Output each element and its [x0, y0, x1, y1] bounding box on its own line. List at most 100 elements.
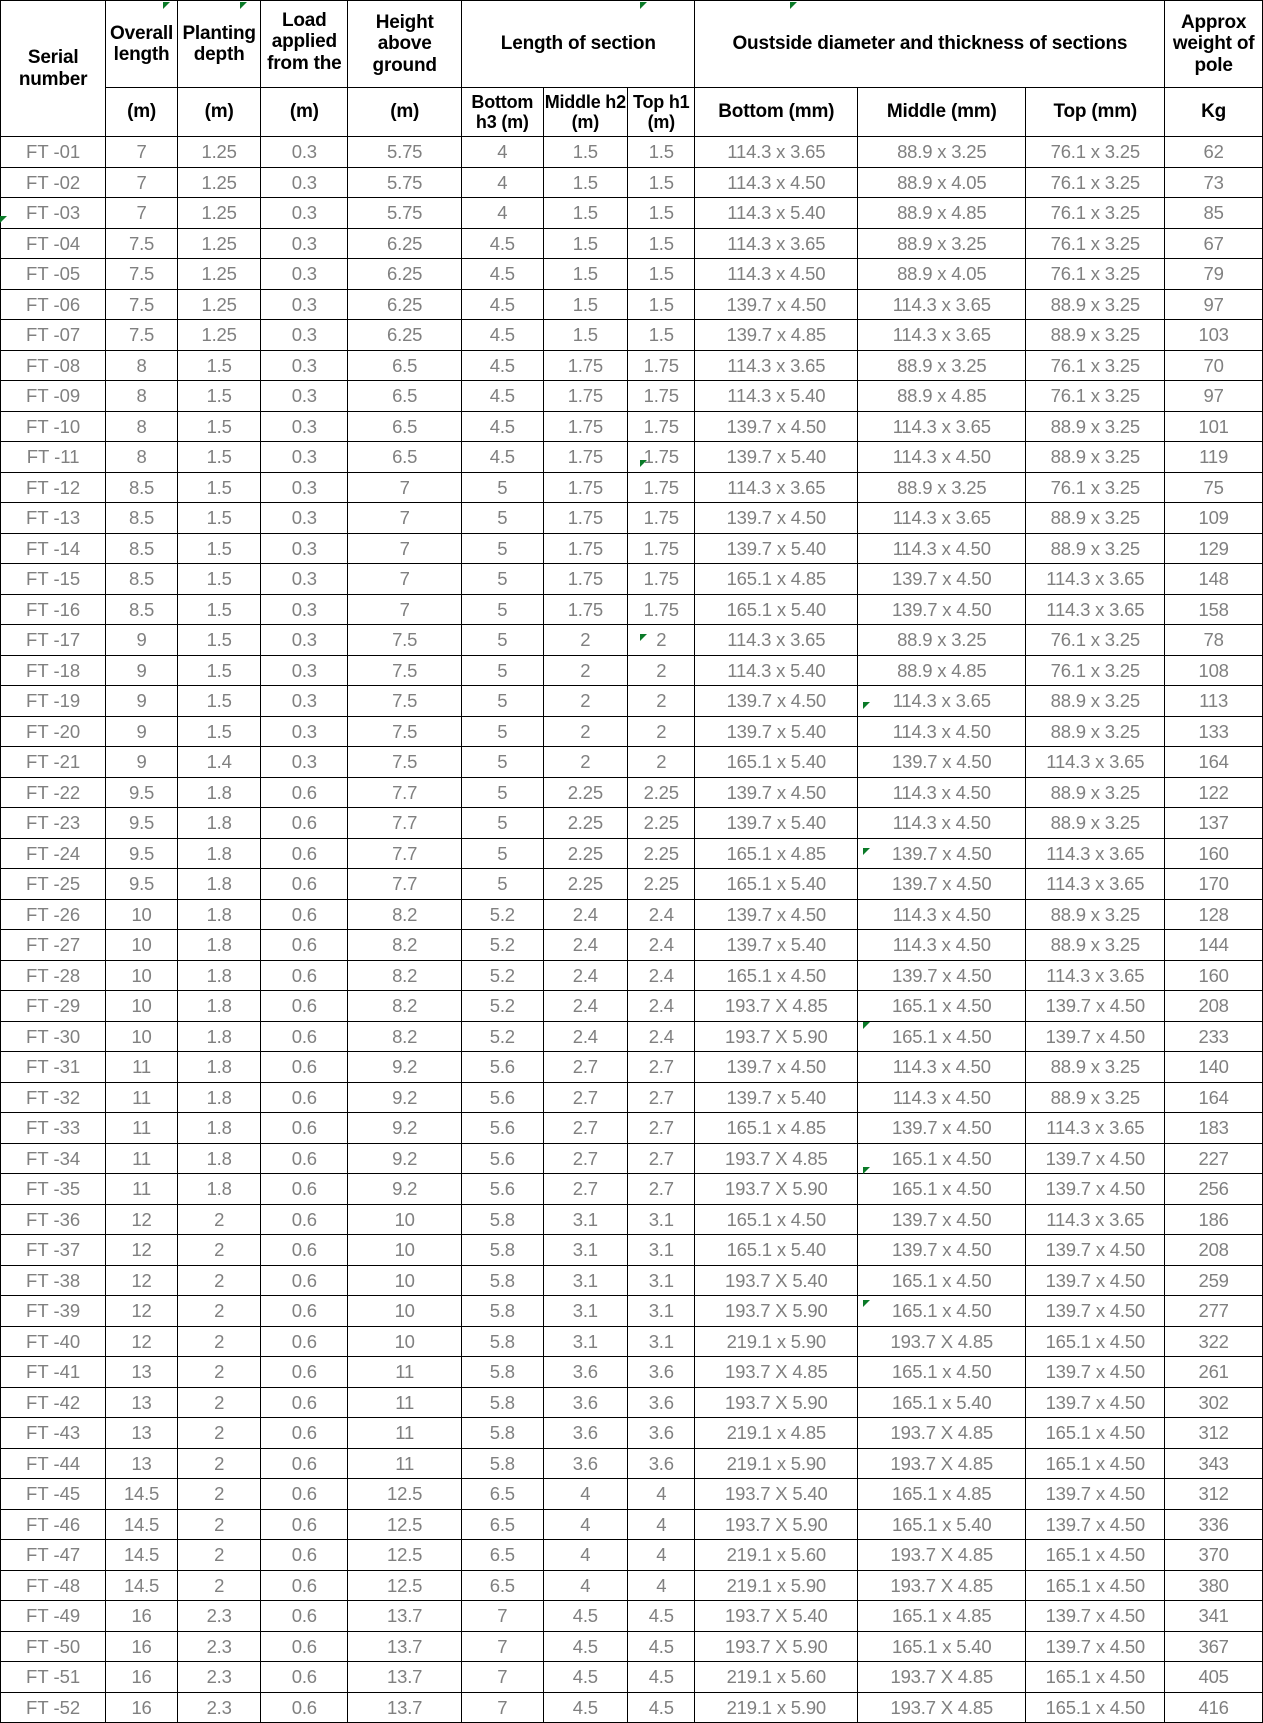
header-top-h1: Top h1 (m) [627, 87, 696, 137]
cell-od_bottom: 165.1 x 4.50 [694, 1203, 859, 1235]
cell-bottom_h3: 5.2 [461, 929, 544, 961]
table-row: FT -30 10 1.8 0.6 8.2 5.2 2.4 2.4 193.7 X 5.90 16… [0, 1020, 1263, 1052]
cell-load_applied: 0.6 [260, 1600, 349, 1632]
cell-bottom_h3: 4.5 [461, 319, 544, 351]
table-row: FT -26 10 1.8 0.6 8.2 5.2 2.4 2.4 139.7 x 4.50 11… [0, 898, 1263, 930]
cell-top_h1: 1.5 [627, 227, 696, 259]
cell-load_applied: 0.6 [260, 1508, 349, 1540]
cell-top_h1: 4 [627, 1539, 696, 1571]
cell-od_bottom: 193.7 X 5.40 [694, 1600, 859, 1632]
cell-planting_depth: 1.5 [176, 715, 262, 747]
cell-height_above_ground: 6.5 [347, 380, 463, 412]
cell-top_h1: 4 [627, 1569, 696, 1601]
cell-middle_h2: 1.75 [542, 502, 629, 534]
cell-load_applied: 0.3 [260, 624, 349, 656]
cell-od_middle: 88.9 x 4.85 [857, 654, 1027, 686]
cell-bottom_h3: 5.8 [461, 1295, 544, 1327]
cell-top_h1: 1.5 [627, 136, 696, 168]
cell-od_middle: 114.3 x 3.65 [857, 319, 1027, 351]
cell-planting_depth: 1.5 [176, 654, 262, 686]
cell-overall_length: 12 [105, 1325, 178, 1357]
cell-height_above_ground: 8.2 [347, 1020, 463, 1052]
cell-bottom_h3: 5.2 [461, 1020, 544, 1052]
cell-overall_length: 7.5 [105, 288, 178, 320]
cell-overall_length: 16 [105, 1661, 178, 1693]
cell-bottom_h3: 5.6 [461, 1173, 544, 1205]
cell-overall_length: 9.5 [105, 807, 178, 839]
cell-height_above_ground: 6.25 [347, 227, 463, 259]
cell-weight_kg: 183 [1164, 1112, 1263, 1144]
cell-top_h1: 1.5 [627, 288, 696, 320]
cell-od_middle: 193.7 X 4.85 [857, 1569, 1027, 1601]
cell-weight_kg: 170 [1164, 868, 1263, 900]
table-row: FT -23 9.5 1.8 0.6 7.7 5 2.25 2.25 139.7 x 5.40 1… [0, 807, 1263, 839]
cell-overall_length: 10 [105, 1020, 178, 1052]
cell-weight_kg: 140 [1164, 1051, 1263, 1083]
cell-weight_kg: 73 [1164, 166, 1263, 198]
cell-weight_kg: 70 [1164, 349, 1263, 381]
cell-od_top: 76.1 x 3.25 [1025, 380, 1166, 412]
cell-planting_depth: 1.8 [176, 1020, 262, 1052]
cell-load_applied: 0.3 [260, 258, 349, 290]
cell-od_middle: 165.1 x 4.50 [857, 1264, 1027, 1296]
cell-bottom_h3: 4.5 [461, 380, 544, 412]
cell-middle_h2: 1.75 [542, 563, 629, 595]
cell-middle_h2: 3.6 [542, 1356, 629, 1388]
cell-load_applied: 0.3 [260, 380, 349, 412]
cell-overall_length: 8.5 [105, 563, 178, 595]
cell-od_top: 139.7 x 4.50 [1025, 1508, 1166, 1540]
cell-middle_h2: 4 [542, 1508, 629, 1540]
cell-height_above_ground: 7.7 [347, 807, 463, 839]
cell-bottom_h3: 5 [461, 685, 544, 717]
table-row: FT -47 14.5 2 0.6 12.5 6.5 4 4 219.1 x 5.60 193.7… [0, 1539, 1263, 1571]
table-body: FT -01 7 1.25 0.3 5.75 4 1.5 1.5 114.3 x 3.65 88.… [0, 136, 1263, 1723]
cell-middle_h2: 1.5 [542, 166, 629, 198]
cell-od_top: 88.9 x 3.25 [1025, 502, 1166, 534]
header-height-above-ground-unit: (m) [347, 87, 463, 137]
cell-od_bottom: 193.7 X 4.85 [694, 1142, 859, 1174]
cell-middle_h2: 2.7 [542, 1081, 629, 1113]
cell-od_middle: 193.7 X 4.85 [857, 1417, 1027, 1449]
cell-weight_kg: 97 [1164, 380, 1263, 412]
cell-od_top: 165.1 x 4.50 [1025, 1325, 1166, 1357]
cell-planting_depth: 2 [176, 1295, 262, 1327]
cell-od_middle: 139.7 x 4.50 [857, 1112, 1027, 1144]
cell-overall_length: 14.5 [105, 1478, 178, 1510]
cell-od_top: 88.9 x 3.25 [1025, 441, 1166, 473]
cell-load_applied: 0.6 [260, 1295, 349, 1327]
cell-planting_depth: 2.3 [176, 1691, 262, 1723]
header-overall-length-unit: (m) [105, 87, 178, 137]
cell-overall_length: 11 [105, 1051, 178, 1083]
cell-height_above_ground: 7.5 [347, 746, 463, 778]
table-row: FT -06 7.5 1.25 0.3 6.25 4.5 1.5 1.5 139.7 x 4.5… [0, 288, 1263, 320]
cell-bottom_h3: 5.6 [461, 1112, 544, 1144]
cell-serial: FT -27 [0, 929, 107, 961]
cell-weight_kg: 148 [1164, 563, 1263, 595]
cell-od_bottom: 193.7 X 5.40 [694, 1264, 859, 1296]
cell-od_middle: 114.3 x 4.50 [857, 776, 1027, 808]
cell-serial: FT -29 [0, 990, 107, 1022]
cell-od_bottom: 219.1 x 5.90 [694, 1325, 859, 1357]
cell-od_bottom: 139.7 x 4.50 [694, 1051, 859, 1083]
cell-overall_length: 16 [105, 1691, 178, 1723]
cell-bottom_h3: 6.5 [461, 1508, 544, 1540]
cell-overall_length: 11 [105, 1142, 178, 1174]
cell-height_above_ground: 9.2 [347, 1081, 463, 1113]
cell-top_h1: 3.1 [627, 1295, 696, 1327]
table-row: FT -49 16 2.3 0.6 13.7 7 4.5 4.5 193.7 X 5.40 165… [0, 1600, 1263, 1632]
cell-middle_h2: 2.25 [542, 868, 629, 900]
cell-od_middle: 193.7 X 4.85 [857, 1539, 1027, 1571]
cell-planting_depth: 2 [176, 1478, 262, 1510]
cell-od_bottom: 114.3 x 3.65 [694, 624, 859, 656]
cell-weight_kg: 78 [1164, 624, 1263, 656]
cell-bottom_h3: 4.5 [461, 410, 544, 442]
header-od-middle: Middle (mm) [857, 87, 1027, 137]
cell-od_bottom: 114.3 x 5.40 [694, 380, 859, 412]
cell-weight_kg: 227 [1164, 1142, 1263, 1174]
cell-planting_depth: 1.8 [176, 898, 262, 930]
cell-bottom_h3: 5.6 [461, 1081, 544, 1113]
cell-load_applied: 0.6 [260, 1417, 349, 1449]
cell-load_applied: 0.6 [260, 837, 349, 869]
cell-serial: FT -24 [0, 837, 107, 869]
cell-serial: FT -10 [0, 410, 107, 442]
